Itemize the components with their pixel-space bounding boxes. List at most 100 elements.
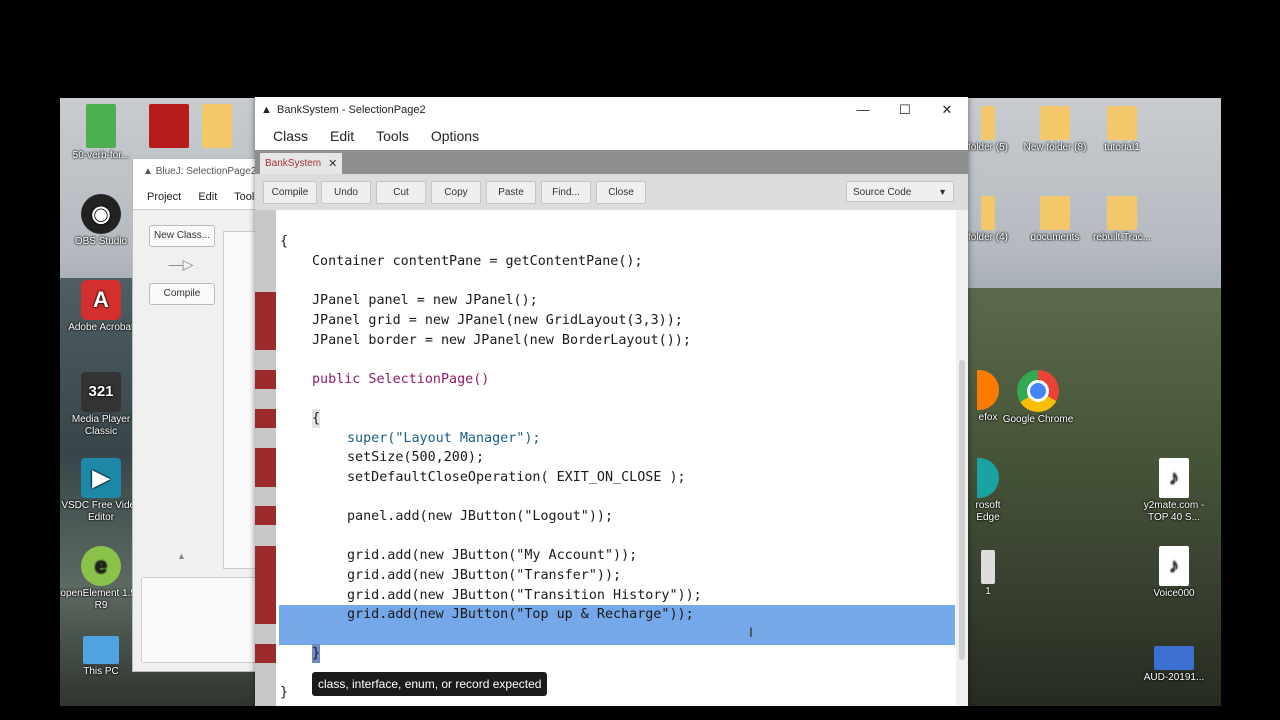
line-gutter[interactable]: [255, 210, 276, 706]
code-line: grid.add(new JButton("Transfer"));: [347, 566, 621, 585]
code-line: {: [312, 409, 321, 428]
editor-menubar: Class Edit Tools Options: [255, 122, 968, 150]
bluej-title-text: BlueJ: SelectionPage2: [155, 166, 257, 177]
folder-icon: [981, 196, 995, 230]
code-line: panel.add(new JButton("Logout"));: [347, 507, 613, 526]
copy-button[interactable]: Copy: [431, 181, 481, 204]
code-text: JPanel panel = new JPanel();: [312, 293, 538, 308]
folder-icon: [1040, 106, 1070, 140]
bluej-menu-project[interactable]: Project: [147, 191, 181, 203]
folder-icon: [1107, 196, 1137, 230]
menu-tools[interactable]: Tools: [376, 128, 409, 144]
editor-titlebar: ▲ BankSystem - SelectionPage2 — ☐ ✕: [255, 97, 968, 122]
tab-banksystem[interactable]: BankSystem ✕: [260, 153, 343, 174]
paste-button[interactable]: Paste: [486, 181, 536, 204]
tab-close-icon[interactable]: ✕: [328, 157, 337, 170]
bluej-menu-edit[interactable]: Edit: [198, 191, 217, 203]
bluej-menu-tools[interactable]: Tools: [234, 191, 257, 203]
folder-icon: [1107, 106, 1137, 140]
error-tooltip: class, interface, enum, or record expect…: [312, 672, 548, 696]
compile-button[interactable]: Compile: [263, 181, 317, 204]
desktop-icon-label: rosoft Edge: [975, 500, 1001, 523]
object-bench[interactable]: [141, 577, 263, 663]
desktop-icon-voice000[interactable]: ♪ Voice000: [1134, 546, 1214, 600]
code-line: grid.add(new JButton("Transition History…: [347, 586, 702, 605]
mp3-file-icon: ♪: [1159, 458, 1189, 498]
code-text: {: [312, 411, 321, 426]
desktop-icon-label: rebuilt.Trac...: [1093, 232, 1151, 243]
arrow-icon[interactable]: —▷: [149, 254, 213, 274]
desktop-icon-folder-top[interactable]: [192, 104, 242, 150]
vsdc-icon: ▶: [81, 458, 121, 498]
editor-tabbar: BankSystem ✕: [255, 150, 968, 174]
firefox-icon: [977, 370, 999, 410]
desktop-icon-rebuilt[interactable]: rebuilt.Trac...: [1082, 196, 1162, 244]
desktop-icon-label: Voice000: [1153, 588, 1195, 599]
code-text: setDefaultCloseOperation( EXIT_ON_CLOSE …: [347, 470, 686, 485]
amr-file-icon: ♪: [1159, 546, 1189, 586]
desktop-icon-aud[interactable]: AUD-20191...: [1134, 646, 1214, 684]
editor-window[interactable]: ▲ BankSystem - SelectionPage2 — ☐ ✕ Clas…: [255, 97, 968, 706]
cut-button[interactable]: Cut: [376, 181, 426, 204]
code-text: }: [312, 646, 321, 661]
folder-icon: [202, 104, 232, 148]
folder-icon: [981, 106, 995, 140]
code-text: panel.add(new JButton("Logout"));: [347, 509, 614, 524]
menu-edit[interactable]: Edit: [330, 128, 354, 144]
desktop-icon-label: Google Chrome: [1002, 414, 1074, 425]
close-button[interactable]: Close: [596, 181, 646, 204]
view-select[interactable]: Source Code ▼: [846, 181, 954, 202]
code-editor[interactable]: { Container contentPane = getContentPane…: [255, 210, 968, 706]
desktop-icon-label: y2mate.com - TOP 40 S...: [1143, 500, 1205, 523]
close-icon[interactable]: ✕: [926, 102, 968, 118]
error-marker: [255, 409, 276, 428]
new-class-button[interactable]: New Class...: [149, 225, 215, 247]
code-line: {: [280, 232, 288, 251]
desktop-icon-folder5[interactable]: folder (5): [968, 106, 1008, 154]
menu-options[interactable]: Options: [431, 128, 479, 144]
bluej-compile-button[interactable]: Compile: [149, 283, 215, 305]
undo-button[interactable]: Undo: [321, 181, 371, 204]
code-line: public SelectionPage(): [312, 370, 489, 389]
spreadsheet-icon: [86, 104, 116, 148]
code-line: JPanel border = new JPanel(new BorderLay…: [312, 331, 691, 350]
view-select-value: Source Code: [853, 187, 912, 198]
code-line: }: [280, 683, 288, 702]
code-line: grid.add(new JButton("Top up & Recharge"…: [347, 605, 694, 624]
desktop-icon-label: tutorial1: [1104, 142, 1140, 153]
desktop-icon-chrome[interactable]: Google Chrome: [998, 370, 1078, 426]
chrome-icon: [1017, 370, 1059, 412]
bluej-logo-icon: ▲: [143, 166, 156, 177]
bluej-project-window[interactable]: ▲ BlueJ: SelectionPage2 Project Edit Too…: [132, 158, 265, 672]
desktop-icon-edge[interactable]: rosoft Edge: [968, 458, 1008, 524]
media-player-icon: 321: [81, 372, 121, 412]
text-cursor-icon: I: [749, 624, 753, 640]
maximize-icon[interactable]: ☐: [884, 102, 926, 118]
error-marker: [255, 370, 276, 389]
code-text: super("Layout Manager");: [347, 431, 541, 446]
menu-class[interactable]: Class: [273, 128, 308, 144]
code-line: grid.add(new JButton("My Account"));: [347, 546, 637, 565]
code-line: Container contentPane = getContentPane()…: [312, 252, 643, 271]
desktop-icon-y2mate[interactable]: ♪ y2mate.com - TOP 40 S...: [1134, 458, 1214, 524]
desktop-icon-folder4[interactable]: folder (4): [968, 196, 1008, 244]
desktop-icon-label: folder (5): [968, 142, 1009, 153]
desktop-icon-tutorial1[interactable]: tutorial1: [1082, 106, 1162, 154]
code-line: JPanel grid = new JPanel(new GridLayout(…: [312, 311, 683, 330]
code-text: }: [280, 685, 289, 700]
code-line: }: [312, 644, 321, 663]
scroll-up-icon[interactable]: ▲: [177, 551, 186, 561]
code-text: grid.add(new JButton("Transfer"));: [347, 568, 622, 583]
desktop-icon-1[interactable]: 1: [968, 550, 1008, 598]
minimize-icon[interactable]: —: [842, 102, 884, 117]
acrobat-icon: A: [81, 280, 121, 320]
code-text: public SelectionPage(): [312, 372, 490, 387]
edge-icon: [977, 458, 999, 498]
file-icon: [981, 550, 995, 584]
code-text: setSize(500,200);: [347, 450, 485, 465]
desktop-icon-label: folder (4): [968, 232, 1009, 243]
code-text: {: [280, 234, 289, 249]
scrollbar-thumb[interactable]: [959, 360, 965, 660]
find-button[interactable]: Find...: [541, 181, 591, 204]
vertical-scrollbar[interactable]: [956, 210, 968, 706]
